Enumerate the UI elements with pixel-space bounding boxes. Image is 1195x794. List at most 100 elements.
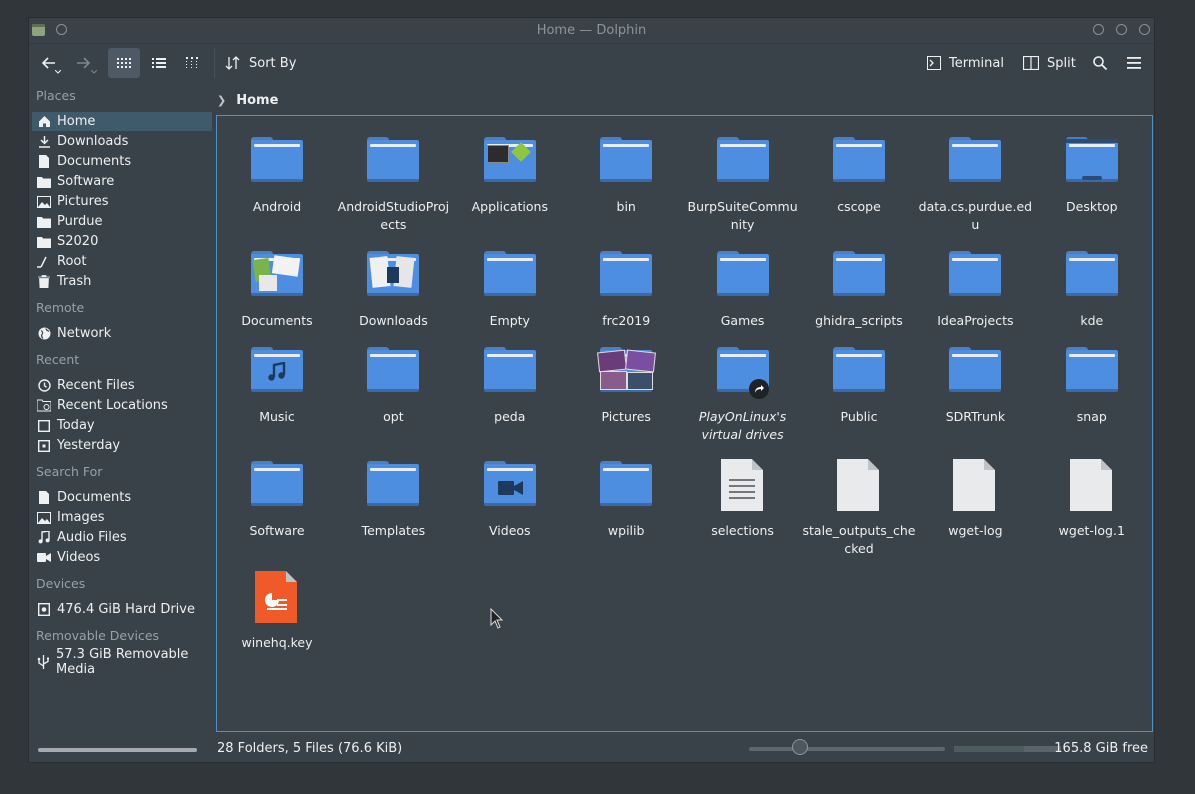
chevron-down-icon [91,70,97,74]
file-item[interactable]: BurpSuiteCommunity [685,135,801,234]
file-item-name: Music [259,409,295,424]
sidebar-item-places-7[interactable]: Root [32,252,212,271]
main-toolbar: Sort By Terminal Split [29,44,1154,82]
sidebar-item-places-0[interactable]: Home [32,112,212,131]
sidebar-item-recent-2[interactable]: Today [32,416,212,435]
file-item[interactable]: opt [335,345,451,426]
file-item-name: snap [1076,409,1107,424]
sidebar-item-places-2[interactable]: Documents [32,152,212,171]
file-item[interactable]: kde [1034,249,1150,330]
sidebar-item-recent-3[interactable]: Yesterday [32,436,212,455]
home-icon [37,115,51,129]
back-button[interactable] [35,48,63,78]
file-item[interactable]: peda [452,345,568,426]
minimize-button[interactable] [1093,24,1104,35]
sidebar-item-places-4[interactable]: Pictures [32,192,212,211]
file-item[interactable]: winehq.key [219,571,335,652]
file-item[interactable]: Videos [452,459,568,540]
file-item-name: Games [720,313,765,328]
file-item-name: Videos [489,523,531,538]
terminal-button[interactable]: Terminal [927,48,1007,78]
file-item[interactable]: wget-log [917,459,1033,540]
file-item[interactable]: Downloads [335,249,451,330]
file-item[interactable]: Applications [452,135,568,216]
maximize-button[interactable] [1116,24,1127,35]
sidebar-item-removable-0[interactable]: 57.3 GiB Removable Media [32,647,212,677]
file-item[interactable]: data.cs.purdue.edu [917,135,1033,234]
sidebar-item-devices-0[interactable]: 476.4 GiB Hard Drive [32,600,212,619]
folder-icon [367,345,420,397]
sidebar-item-search-3[interactable]: Videos [32,548,212,567]
desktop-folder-icon [1065,135,1118,187]
folder-icon [716,135,769,187]
file-item[interactable]: Games [685,249,801,330]
sidebar-item-label: Trash [57,274,92,289]
title-bar: Home — Dolphin [29,18,1154,44]
sidebar-item-search-2[interactable]: Audio Files [32,528,212,547]
sidebar-item-places-1[interactable]: Downloads [32,132,212,151]
sidebar-item-search-1[interactable]: Images [32,508,212,527]
file-item[interactable]: Desktop [1034,135,1150,216]
chevron-down-icon [55,70,61,74]
file-item[interactable]: wpilib [568,459,684,540]
sort-by-button[interactable]: Sort By [225,48,305,78]
file-item-name: PlayOnLinux's virtual drives [698,409,787,442]
file-item-name: Public [840,409,878,424]
zoom-slider-handle[interactable] [792,739,808,755]
downloads-folder-icon [367,249,420,301]
file-item[interactable]: IdeaProjects [917,249,1033,330]
file-view[interactable]: Android AndroidStudioProjects Applications… [216,115,1153,732]
recent-locations-icon [37,399,51,413]
search-button[interactable] [1087,48,1113,78]
pictures-folder-icon [597,345,657,397]
file-item[interactable]: Templates [335,459,451,540]
file-item[interactable]: ghidra_scripts [801,249,917,330]
close-button[interactable] [1139,24,1150,35]
document-icon [37,155,51,169]
breadcrumb[interactable]: ❯ Home [217,90,278,110]
file-item[interactable]: Public [801,345,917,426]
sidebar-item-remote-0[interactable]: Network [32,324,212,343]
file-item[interactable]: stale_outputs_checked [801,459,917,558]
file-item[interactable]: selections [685,459,801,540]
file-item[interactable]: Pictures [568,345,684,426]
hard-drive-icon [37,603,51,617]
sidebar-item-recent-0[interactable]: Recent Files [32,376,212,395]
image-icon [37,195,51,209]
sidebar-item-places-8[interactable]: Trash [32,272,212,291]
sidebar-scrollbar[interactable] [38,748,197,752]
file-item-name: wget-log.1 [1058,523,1125,538]
icons-view-button[interactable] [108,48,140,78]
breadcrumb-current[interactable]: Home [236,93,278,108]
file-item[interactable]: Documents [219,249,335,330]
hamburger-menu-button[interactable] [1121,48,1147,78]
compact-view-button[interactable] [143,48,175,78]
sidebar-item-places-6[interactable]: S2020 [32,232,212,251]
file-item[interactable]: bin [568,135,684,216]
forward-button[interactable] [69,48,97,78]
file-item[interactable]: snap [1034,345,1150,426]
sidebar-item-places-3[interactable]: Software [32,172,212,191]
split-button[interactable]: Split [1023,48,1079,78]
file-item[interactable]: cscope [801,135,917,216]
file-item-name: Software [249,523,305,538]
folder-icon [483,249,536,301]
file-item[interactable]: AndroidStudioProjects [335,135,451,234]
videos-folder-icon [483,459,536,511]
file-item[interactable]: Empty [452,249,568,330]
file-item[interactable]: frc2019 [568,249,684,330]
folder-icon [716,249,769,301]
file-item[interactable]: Software [219,459,335,540]
file-item[interactable]: SDRTrunk [917,345,1033,426]
sidebar-item-recent-1[interactable]: Recent Locations [32,396,212,415]
file-item-name: Empty [489,313,530,328]
file-item[interactable]: PlayOnLinux's virtual drives [685,345,801,444]
sidebar-item-search-0[interactable]: Documents [32,488,212,507]
details-view-button[interactable] [176,48,208,78]
file-item[interactable]: Music [219,345,335,426]
file-item-name: cscope [837,199,881,214]
zoom-slider[interactable] [749,747,945,751]
file-item[interactable]: wget-log.1 [1034,459,1150,540]
file-item[interactable]: Android [219,135,335,216]
sidebar-item-places-5[interactable]: Purdue [32,212,212,231]
